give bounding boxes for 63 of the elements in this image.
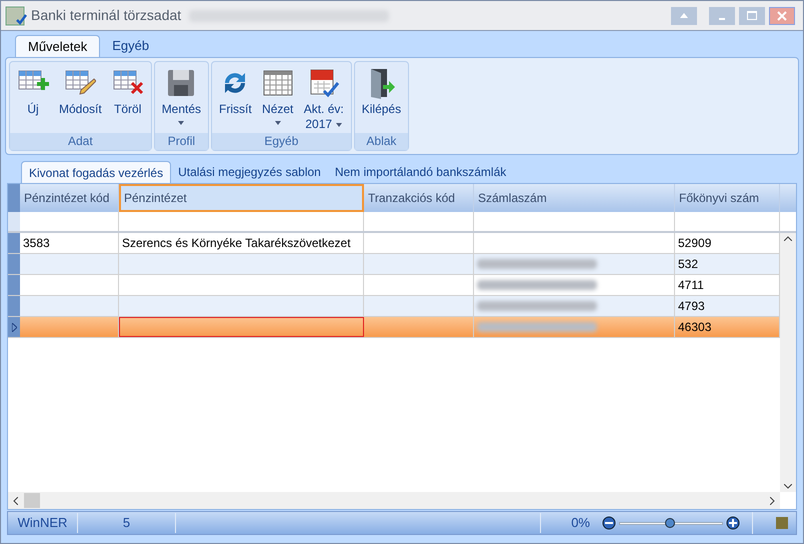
ribbon-button[interactable]: Módosít (54, 64, 107, 133)
minus-icon (602, 516, 616, 530)
ribbon-tab[interactable]: Műveletek (15, 35, 100, 57)
group-label: Adat (10, 133, 151, 150)
table-row[interactable]: 3583 Szerencs és Környéke Takarékszövetkezet 52909 (8, 233, 780, 254)
ribbon-button[interactable]: Frissít (214, 64, 257, 133)
row-indicator (8, 233, 20, 253)
table-row[interactable]: 532 (8, 254, 780, 275)
horizontal-scrollbar[interactable] (8, 492, 780, 509)
ribbon-button[interactable]: Nézet (256, 64, 299, 133)
group-label: Profil (154, 133, 208, 150)
column-header[interactable]: Pénzintézet (119, 184, 364, 212)
plus-icon (726, 516, 740, 530)
table-row[interactable]: 4793 (8, 296, 780, 317)
caret-up-icon (680, 13, 688, 18)
vertical-scrollbar[interactable] (780, 233, 796, 492)
current-row-icon (12, 322, 16, 332)
row-indicator-header (8, 184, 20, 212)
row-indicator (8, 212, 20, 231)
tab[interactable]: Nem importálandó bankszámlák (328, 161, 514, 183)
close-button[interactable] (769, 6, 795, 24)
column-header[interactable]: Főkönyvi szám (675, 184, 780, 212)
table-cell: Szerencs és Környéke Takarékszövetkezet (119, 233, 364, 253)
row-indicator (8, 275, 20, 295)
scroll-left-icon (13, 496, 18, 504)
tab[interactable]: Kivonat fogadás vezérlés (21, 161, 172, 183)
maximize-button[interactable] (739, 6, 765, 24)
zoom-percentage: 0% (540, 513, 602, 533)
window-title: Banki terminál törzsadat (31, 6, 182, 25)
scroll-thumb[interactable] (24, 493, 40, 508)
column-header[interactable]: Tranzakciós kód (364, 184, 474, 212)
scroll-up-icon (784, 236, 792, 241)
row-indicator (8, 254, 20, 274)
ribbon-button[interactable]: Mentés (156, 64, 206, 133)
table-row[interactable]: 4711 (8, 275, 780, 296)
row-indicator (8, 296, 20, 316)
ribbon-tab[interactable]: Egyéb (100, 35, 162, 57)
tab[interactable]: Utalási megjegyzés sablon (171, 161, 328, 183)
ribbon-button[interactable]: Kilépés (356, 64, 406, 133)
slider-thumb[interactable] (664, 518, 675, 528)
collapse-ribbon-button[interactable] (671, 6, 697, 24)
maximize-icon (747, 11, 757, 20)
ribbon-button[interactable]: Töröl (106, 64, 149, 133)
group-label: Ablak (354, 133, 408, 150)
minimize-icon (719, 18, 725, 20)
minimize-button[interactable] (709, 6, 735, 24)
scroll-right-icon (770, 496, 775, 504)
status-indicator (776, 517, 788, 529)
calendar-icon (308, 67, 340, 99)
group-label: Egyéb (212, 133, 351, 150)
zoom-slider[interactable] (619, 517, 723, 529)
status-record-count: 5 (78, 513, 176, 533)
status-app-name: WinNER (8, 513, 78, 533)
app-icon (5, 4, 27, 26)
scroll-down-icon (784, 484, 792, 489)
ribbon-button[interactable]: Akt. év: 2017 (298, 64, 349, 133)
zoom-in-button[interactable] (726, 516, 740, 530)
column-header[interactable]: Számlaszám (474, 184, 675, 212)
zoom-out-button[interactable] (602, 516, 616, 530)
table-row[interactable]: 46303 (8, 317, 780, 338)
close-icon (777, 10, 787, 20)
ribbon-button[interactable]: Új (12, 64, 54, 133)
table-cell: 3583 (20, 233, 119, 253)
